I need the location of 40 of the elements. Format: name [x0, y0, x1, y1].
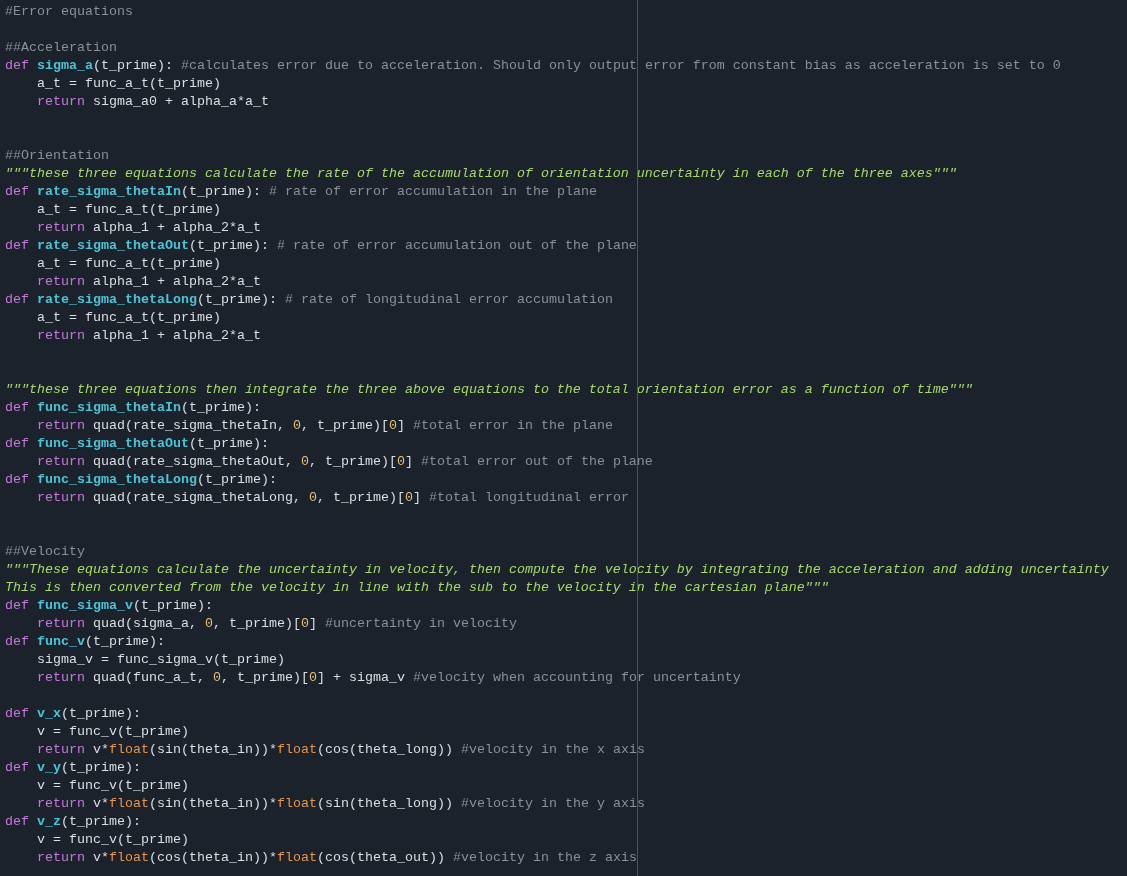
code-line: ##Acceleration	[5, 39, 117, 57]
code-line: return v*float(sin(theta_in))*float(cos(theta_long)) #velocity in the x axis	[36, 741, 645, 759]
code-line: def v_y(t_prime):	[5, 759, 141, 777]
code-line: a_t = func_a_t(t_prime)	[36, 201, 221, 219]
code-line: #Error equations	[5, 3, 133, 21]
code-line: return quad(func_a_t, 0, t_prime)[0] + sigma_v #velocity when accounting for uncertainty	[36, 669, 741, 687]
code-line: return quad(rate_sigma_thetaOut, 0, t_prime)[0] #total error out of the plane	[36, 453, 653, 471]
code-line: def func_sigma_thetaOut(t_prime):	[5, 435, 269, 453]
code-line: return quad(rate_sigma_thetaLong, 0, t_prime)[0] #total longitudinal error	[36, 489, 629, 507]
code-line: def func_sigma_thetaIn(t_prime):	[5, 399, 261, 417]
code-line: """these three equations then integrate the three above equations to the total orientation error as a function of time"""	[5, 381, 973, 399]
code-line: return v*float(cos(theta_in))*float(cos(theta_out)) #velocity in the z axis	[36, 849, 637, 867]
code-line: sigma_v = func_sigma_v(t_prime)	[36, 651, 285, 669]
code-line: def func_sigma_v(t_prime):	[5, 597, 213, 615]
code-line: def func_sigma_thetaLong(t_prime):	[5, 471, 277, 489]
code-line: return alpha_1 + alpha_2*a_t	[36, 327, 261, 345]
code-line: def v_z(t_prime):	[5, 813, 141, 831]
code-line: return quad(rate_sigma_thetaIn, 0, t_prime)[0] #total error in the plane	[36, 417, 613, 435]
code-line: ##Orientation	[5, 147, 109, 165]
code-line: def v_x(t_prime):	[5, 705, 141, 723]
code-line: def sigma_a(t_prime): #calculates error due to acceleration. Should only output error from constant bias as acceleration is set to 0	[5, 57, 1061, 75]
code-line: def rate_sigma_thetaLong(t_prime): # rate of longitudinal error accumulation	[5, 291, 613, 309]
code-line: def rate_sigma_thetaIn(t_prime): # rate of error accumulation in the plane	[5, 183, 597, 201]
code-line: return alpha_1 + alpha_2*a_t	[36, 219, 261, 237]
code-line: return quad(sigma_a, 0, t_prime)[0] #uncertainty in velocity	[36, 615, 517, 633]
code-line: a_t = func_a_t(t_prime)	[36, 255, 221, 273]
code-line: return v*float(sin(theta_in))*float(sin(theta_long)) #velocity in the y axis	[36, 795, 645, 813]
code-line: """These equations calculate the uncertainty in velocity, then compute the velocity by integrating the acceleration and adding uncertainty	[5, 561, 1109, 579]
code-line: ##Velocity	[5, 543, 85, 561]
code-line: return sigma_a0 + alpha_a*a_t	[36, 93, 269, 111]
code-line: def func_v(t_prime):	[5, 633, 165, 651]
code-line: This is then converted from the velocity in line with the sub to the velocity in the cartesian plane"""	[5, 579, 829, 597]
code-line: a_t = func_a_t(t_prime)	[36, 309, 221, 327]
code-line: v = func_v(t_prime)	[36, 723, 189, 741]
code-line: a_t = func_a_t(t_prime)	[36, 75, 221, 93]
code-line: v = func_v(t_prime)	[36, 831, 189, 849]
code-line: """these three equations calculate the rate of the accumulation of orientation uncertainty in each of the three axes"""	[5, 165, 957, 183]
code-line: def rate_sigma_thetaOut(t_prime): # rate of error accumulation out of the plane	[5, 237, 637, 255]
code-line: return alpha_1 + alpha_2*a_t	[36, 273, 261, 291]
code-line: v = func_v(t_prime)	[36, 777, 189, 795]
